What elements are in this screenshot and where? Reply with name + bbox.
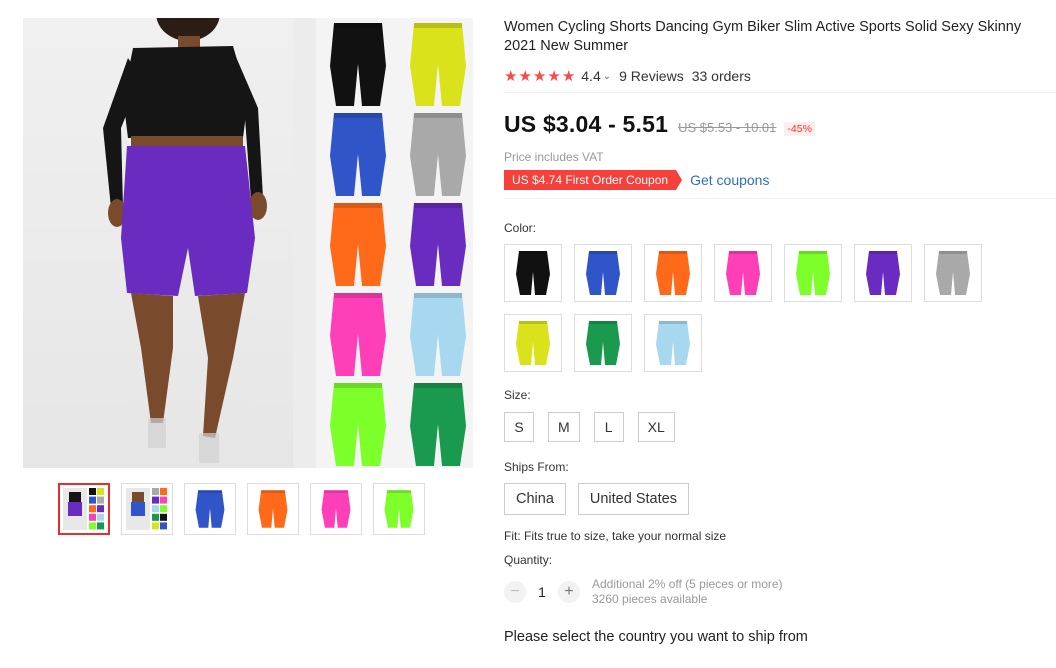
rating-row: ★ ★ ★ ★ ★ 4.4 ⌄ 9 Reviews 33 orders xyxy=(504,66,1056,86)
color-swatch[interactable] xyxy=(574,244,632,302)
vat-note: Price includes VAT xyxy=(504,150,604,164)
product-info: Women Cycling Shorts Dancing Gym Biker S… xyxy=(504,18,1056,645)
current-price: US $3.04 - 5.51 xyxy=(504,111,669,137)
color-swatch[interactable] xyxy=(644,314,702,372)
ships-from-label: Ships From: xyxy=(504,460,569,474)
star-icon: ★ xyxy=(547,67,561,85)
size-label: Size: xyxy=(504,388,531,402)
color-grid-photo xyxy=(316,18,473,468)
ships-from-option[interactable]: United States xyxy=(577,483,689,515)
stock-available: 3260 pieces available xyxy=(592,592,708,606)
main-product-image[interactable] xyxy=(23,18,473,468)
grid-shorts xyxy=(410,113,466,196)
product-title: Women Cycling Shorts Dancing Gym Biker S… xyxy=(504,19,1022,54)
divider xyxy=(504,92,1056,93)
color-swatch[interactable] xyxy=(504,314,562,372)
star-icon: ★ xyxy=(532,67,547,85)
model-photo xyxy=(23,18,293,468)
star-rating: ★ ★ ★ ★ ★ xyxy=(504,69,575,84)
grid-shorts xyxy=(410,23,466,106)
first-order-coupon[interactable]: US $4.74 First Order Coupon xyxy=(504,170,683,190)
quantity-value[interactable]: 1 xyxy=(526,584,558,600)
thumbnail-strip xyxy=(58,483,425,535)
ships-from-option[interactable]: China xyxy=(504,483,566,515)
grid-shorts xyxy=(410,203,466,286)
color-swatch[interactable] xyxy=(504,244,562,302)
divider xyxy=(504,198,1056,199)
color-swatch[interactable] xyxy=(924,244,982,302)
original-price: US $5.53 - 10.01 xyxy=(678,120,777,135)
reviews-link[interactable]: 9 Reviews xyxy=(619,68,684,84)
ship-from-message: Please select the country you want to sh… xyxy=(504,629,808,645)
fit-note: Fit: Fits true to size, take your normal… xyxy=(504,529,727,543)
quantity-increase-button[interactable]: + xyxy=(558,581,580,603)
color-swatch[interactable] xyxy=(574,314,632,372)
get-coupons-link[interactable]: Get coupons xyxy=(690,172,769,188)
grid-shorts xyxy=(330,113,386,196)
grid-shorts xyxy=(410,293,466,376)
grid-shorts xyxy=(330,23,386,106)
thumbnail[interactable] xyxy=(310,483,362,535)
thumbnail[interactable] xyxy=(121,483,173,535)
thumbnail[interactable] xyxy=(373,483,425,535)
color-swatch[interactable] xyxy=(644,244,702,302)
size-option[interactable]: L xyxy=(593,412,624,442)
color-swatches xyxy=(504,244,994,372)
size-options: S M L XL xyxy=(504,412,1056,442)
discount-badge: -45% xyxy=(784,122,815,136)
chevron-down-icon[interactable]: ⌄ xyxy=(603,71,611,82)
color-swatch[interactable] xyxy=(714,244,772,302)
size-option[interactable]: M xyxy=(548,412,580,442)
price-row: US $3.04 - 5.51 US $5.53 - 10.01 -45% xyxy=(504,111,1056,138)
ships-from-options: China United States xyxy=(504,483,1056,515)
bulk-discount-note: Additional 2% off (5 pieces or more) xyxy=(592,577,783,591)
star-icon: ★ xyxy=(561,67,576,85)
grid-shorts xyxy=(330,203,386,286)
quantity-note: Additional 2% off (5 pieces or more) 326… xyxy=(592,577,783,607)
grid-shorts xyxy=(410,383,466,466)
color-swatch[interactable] xyxy=(784,244,842,302)
size-option[interactable]: S xyxy=(504,412,534,442)
color-swatch[interactable] xyxy=(854,244,912,302)
coupon-row: US $4.74 First Order Coupon Get coupons xyxy=(504,170,1056,190)
thumbnail[interactable] xyxy=(247,483,299,535)
quantity-label: Quantity: xyxy=(504,553,553,567)
grid-shorts xyxy=(330,293,386,376)
thumbnail[interactable] xyxy=(184,483,236,535)
grid-shorts xyxy=(330,383,386,466)
size-option[interactable]: XL xyxy=(637,412,675,442)
thumbnail[interactable] xyxy=(58,483,110,535)
star-icon: ★ xyxy=(518,67,532,85)
quantity-stepper: − 1 + Additional 2% off (5 pieces or mor… xyxy=(504,577,1056,607)
quantity-decrease-button[interactable]: − xyxy=(504,581,526,603)
rating-value[interactable]: 4.4 xyxy=(581,68,600,84)
orders-count: 33 orders xyxy=(691,68,751,84)
star-icon: ★ xyxy=(504,67,518,85)
color-label: Color: xyxy=(504,221,537,235)
